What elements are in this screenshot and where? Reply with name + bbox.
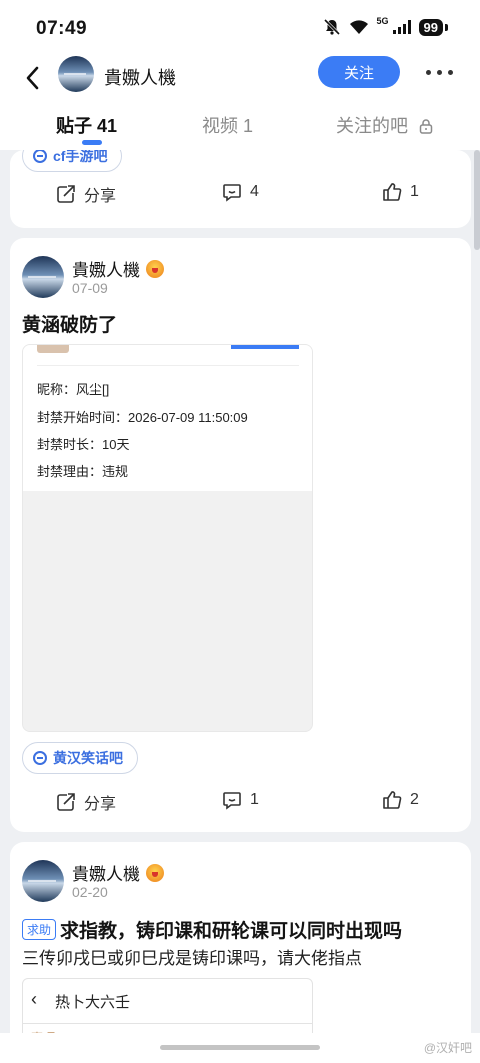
post-title[interactable]: 黄涵破防了: [22, 310, 117, 337]
share-button[interactable]: 分享: [56, 790, 116, 814]
signal-icon: [392, 20, 411, 34]
post-card-3[interactable]: 貴嫐人機 02-20 求助 求指教，铸印课和研轮课可以同时出现吗 三传卯戌巳或卯巳…: [10, 842, 471, 1063]
like-button[interactable]: 2: [382, 790, 419, 810]
thumbs-up-icon: [383, 791, 402, 809]
post-title[interactable]: 求助 求指教，铸印课和研轮课可以同时出现吗: [22, 916, 402, 943]
watermark: @汉奸吧: [423, 1041, 472, 1055]
profile-header: 貴嫐人機 关注: [0, 56, 480, 100]
like-count: 2: [410, 791, 419, 808]
ban-notice: 昵称：风尘[] 封禁开始时间：2026-07-09 11:50:09 封禁时长：…: [23, 345, 312, 491]
author-name[interactable]: 貴嫐人機: [72, 256, 140, 281]
lock-icon: [419, 119, 433, 134]
comment-icon: [223, 184, 241, 202]
comment-count: 4: [250, 183, 259, 200]
follow-button[interactable]: 关注: [318, 56, 400, 88]
post-body[interactable]: 三传卯戌巳或卯巳戌是铸印课吗，请大佬指点: [22, 944, 362, 969]
post-date: 07-09: [72, 280, 108, 296]
cropped-photo: [37, 345, 69, 353]
status-time: 07:49: [36, 18, 88, 39]
header-avatar[interactable]: [58, 56, 94, 92]
blue-bar: [231, 345, 299, 349]
profile-tabs: 贴子 41 视频 1 关注的吧: [0, 100, 480, 150]
forum-icon: [33, 751, 47, 765]
tab-followed-forums[interactable]: 关注的吧: [336, 112, 433, 138]
ban-reason: 封禁理由：违规: [37, 464, 129, 479]
help-tag: 求助: [22, 919, 57, 940]
share-icon: [57, 793, 75, 811]
post-actions: 分享 1 2: [10, 784, 471, 824]
author-line: 貴嫐人機: [72, 860, 164, 885]
level-badge-icon: [146, 863, 164, 882]
post-image[interactable]: 昵称：风尘[] 封禁开始时间：2026-07-09 11:50:09 封禁时长：…: [22, 344, 313, 732]
tab-videos[interactable]: 视频 1: [202, 112, 253, 138]
scrollbar[interactable]: [474, 150, 480, 250]
forum-tag-label: cf手游吧: [53, 150, 108, 164]
wifi-icon: [349, 20, 368, 34]
forum-tag[interactable]: cf手游吧: [22, 150, 123, 172]
divider: [37, 365, 299, 366]
more-options-icon[interactable]: [426, 70, 453, 75]
author-avatar[interactable]: [22, 256, 64, 298]
comment-button[interactable]: 4: [222, 182, 259, 202]
ban-duration: 封禁时长：10天: [37, 437, 130, 452]
share-icon: [57, 185, 75, 203]
divider: [23, 1023, 312, 1024]
author-name[interactable]: 貴嫐人機: [72, 860, 140, 885]
mute-bell-icon: [323, 18, 340, 36]
comment-icon: [223, 792, 241, 810]
status-bar: 07:49 5G 99: [0, 0, 480, 56]
post-actions: 分享 4 1: [10, 176, 471, 216]
post-card-2[interactable]: 貴嫐人機 07-09 黄涵破防了 昵称：风尘[] 封禁开始时间：2026-07-…: [10, 238, 471, 832]
forum-icon: [33, 150, 47, 163]
battery-level: 99: [418, 18, 443, 36]
post-title-text: 求指教，铸印课和研轮课可以同时出现吗: [60, 921, 403, 942]
like-button[interactable]: 1: [382, 182, 419, 202]
level-badge-icon: [146, 259, 164, 278]
comment-count: 1: [250, 791, 259, 808]
battery-icon: [445, 23, 448, 31]
author-line: 貴嫐人機: [72, 256, 164, 281]
tab-followed-forums-label: 关注的吧: [336, 116, 408, 136]
header-profile-name: 貴嫐人機: [104, 68, 176, 88]
forum-tag[interactable]: 黄汉笑话吧: [22, 742, 138, 774]
ban-nickname: 昵称：风尘[]: [37, 382, 110, 397]
chevron-left-icon: ‹: [31, 989, 37, 1009]
share-label: 分享: [84, 796, 117, 813]
back-arrow-icon[interactable]: [20, 64, 48, 92]
ban-start-time: 封禁开始时间：2026-07-09 11:50:09: [37, 410, 248, 425]
author-avatar[interactable]: [22, 860, 64, 902]
system-navigation-bar: @汉奸吧: [0, 1033, 480, 1063]
share-button[interactable]: 分享: [56, 182, 116, 206]
status-icons: 5G 99: [323, 16, 448, 36]
network-label: 5G: [376, 16, 389, 26]
active-tab-indicator: [82, 140, 102, 145]
post-card-1[interactable]: cf手游吧 分享 4 1: [10, 150, 471, 228]
forum-tag-label: 黄汉笑话吧: [53, 750, 123, 766]
share-label: 分享: [84, 188, 117, 205]
comment-button[interactable]: 1: [222, 790, 259, 810]
image-app-title: 热卜大六壬: [55, 994, 131, 1011]
post-date: 02-20: [72, 884, 108, 900]
tab-posts[interactable]: 贴子 41: [56, 112, 117, 138]
home-indicator[interactable]: [160, 1045, 320, 1050]
thumbs-up-icon: [383, 183, 402, 201]
like-count: 1: [410, 183, 419, 200]
